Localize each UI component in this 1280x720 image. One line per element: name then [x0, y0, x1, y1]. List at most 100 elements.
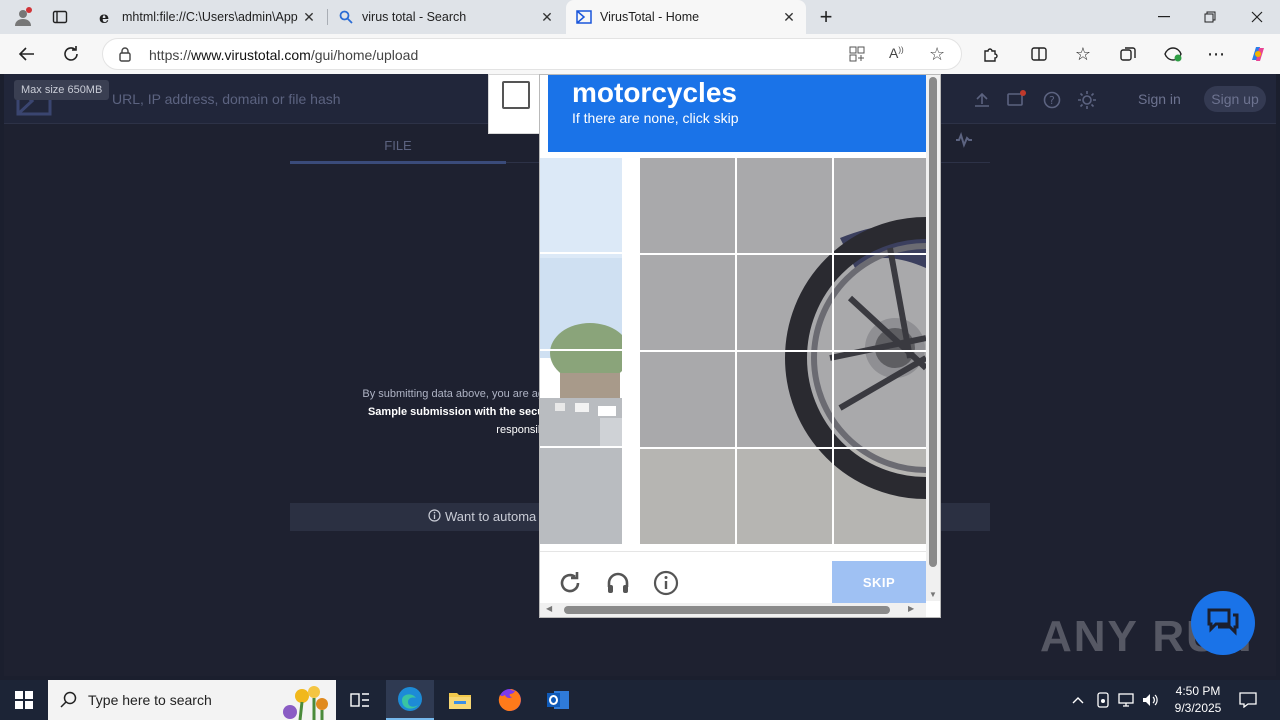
tile-r1c3[interactable] [834, 158, 929, 253]
captcha-prompt: motorcycles If there are none, click ski… [548, 75, 926, 152]
url-text: https://www.virustotal.com/gui/home/uplo… [149, 47, 419, 63]
copilot-icon[interactable] [1243, 39, 1273, 69]
split-screen-icon[interactable] [1024, 39, 1054, 69]
grid-line [640, 447, 926, 449]
device-icon[interactable] [1094, 680, 1112, 720]
tile-r2c1[interactable] [640, 255, 735, 350]
refresh-icon[interactable] [56, 39, 86, 69]
tile-r3c2[interactable] [737, 352, 832, 447]
network-icon[interactable] [1116, 680, 1136, 720]
file-explorer-icon[interactable] [436, 680, 484, 720]
tile-r2c2[interactable] [737, 255, 832, 350]
svg-text:?: ? [1049, 94, 1055, 107]
extensions-icon[interactable] [976, 39, 1006, 69]
sign-in-link[interactable]: Sign in [1138, 91, 1181, 107]
app-available-icon[interactable] [849, 46, 865, 67]
max-size-tooltip: Max size 650MB [14, 80, 110, 100]
tab-file[interactable]: FILE [290, 130, 506, 164]
skip-button[interactable]: SKIP [832, 561, 926, 603]
grid-line [640, 350, 926, 352]
close-window-icon[interactable] [1234, 0, 1280, 34]
captcha-side-image [540, 158, 622, 544]
tile-r1c1[interactable] [640, 158, 735, 253]
more-menu-icon[interactable]: ⋯ [1201, 39, 1231, 69]
browser-essentials-icon[interactable] [1158, 39, 1188, 69]
profile-icon[interactable] [8, 2, 38, 32]
tab-strip: e mhtml:file://C:\Users\admin\AppD ✕ vir… [0, 0, 1280, 34]
captcha-instruction: If there are none, click skip [572, 110, 739, 126]
tab-mhtml[interactable]: e mhtml:file://C:\Users\admin\AppD ✕ [88, 0, 326, 34]
firefox-icon[interactable] [486, 680, 534, 720]
theme-toggle-icon[interactable] [1077, 90, 1097, 110]
info-icon [428, 509, 441, 525]
audio-challenge-icon[interactable] [603, 568, 633, 598]
start-button[interactable] [0, 680, 48, 720]
tile-r1c2[interactable] [737, 158, 832, 253]
help-icon[interactable]: ? [1042, 90, 1062, 110]
show-hidden-icons[interactable] [1068, 680, 1088, 720]
captcha-target: motorcycles [572, 77, 737, 108]
taskbar-search[interactable]: Type here to search [48, 680, 336, 720]
restore-icon[interactable] [1187, 0, 1233, 34]
disclaimer-line-1: By submitting data above, you are ag [362, 388, 544, 400]
info-icon[interactable] [651, 568, 681, 598]
captcha-horizontal-scrollbar[interactable]: ◀ ▶ [540, 603, 926, 617]
taskbar: Type here to search 4:50 PM 9/3/2025 [0, 680, 1280, 720]
taskbar-search-placeholder: Type here to search [88, 692, 212, 708]
edge-taskbar-icon[interactable] [386, 680, 434, 720]
tile-r4c3[interactable] [834, 449, 929, 544]
read-aloud-icon[interactable]: A)) [889, 45, 904, 61]
collections-icon[interactable] [1113, 39, 1143, 69]
scroll-right-icon[interactable]: ▶ [908, 604, 914, 613]
chat-button[interactable] [1191, 591, 1255, 655]
tile-r2c3[interactable] [834, 255, 929, 350]
close-icon[interactable]: ✕ [536, 6, 558, 28]
notifications-icon[interactable] [1236, 680, 1260, 720]
captcha-grid [640, 158, 926, 544]
favorites-icon[interactable]: ☆ [1068, 39, 1098, 69]
tab-search[interactable]: virus total - Search ✕ [328, 0, 564, 34]
grid-line [640, 253, 926, 255]
captcha-checkbox[interactable] [502, 81, 530, 109]
close-icon[interactable]: ✕ [778, 6, 800, 28]
tile-r4c1[interactable] [640, 449, 735, 544]
vt-search-input[interactable]: URL, IP address, domain or file hash [112, 91, 341, 107]
favorite-star-icon[interactable]: ☆ [929, 44, 945, 65]
scroll-left-icon[interactable]: ◀ [546, 604, 552, 613]
close-icon[interactable]: ✕ [298, 6, 320, 28]
disclaimer-line-3: responsib [496, 424, 544, 436]
scroll-thumb[interactable] [564, 606, 890, 614]
new-tab-icon[interactable]: + [811, 2, 841, 32]
outlook-icon[interactable] [534, 680, 582, 720]
tile-r3c3[interactable] [834, 352, 929, 447]
notifications-icon[interactable] [1006, 90, 1026, 110]
tile-r4c2[interactable] [737, 449, 832, 544]
disclaimer-line-2: Sample submission with the secu [367, 406, 544, 418]
tab-virustotal[interactable]: VirusTotal - Home ✕ [566, 0, 806, 34]
minimize-icon[interactable] [1141, 0, 1187, 34]
reload-icon[interactable] [555, 568, 585, 598]
captcha-vertical-scrollbar[interactable]: ▼ [926, 75, 940, 601]
clock-date: 9/3/2025 [1174, 701, 1222, 715]
flowers-decoration-icon [270, 682, 334, 720]
scroll-thumb[interactable] [929, 77, 937, 567]
sign-up-button[interactable]: Sign up [1204, 86, 1266, 112]
tab-title: mhtml:file://C:\Users\admin\AppD [122, 10, 298, 24]
tab-actions-icon[interactable] [45, 2, 75, 32]
address-bar[interactable]: https://www.virustotal.com/gui/home/uplo… [102, 38, 962, 70]
task-view-icon[interactable] [336, 680, 384, 720]
chat-icon [1207, 608, 1239, 636]
upload-icon[interactable] [972, 90, 992, 110]
system-clock[interactable]: 4:50 PM 9/3/2025 [1160, 683, 1236, 717]
svg-text:e: e [99, 9, 109, 25]
volume-icon[interactable] [1140, 680, 1160, 720]
automate-text: Want to automa [445, 509, 537, 524]
virustotal-icon [576, 9, 592, 25]
search-icon [60, 691, 78, 714]
lock-icon[interactable] [117, 46, 133, 67]
scroll-down-icon[interactable]: ▼ [929, 590, 937, 599]
back-icon[interactable] [12, 39, 42, 69]
tile-r3c1[interactable] [640, 352, 735, 447]
search-tab-icon[interactable] [954, 130, 974, 155]
clock-time: 4:50 PM [1175, 684, 1221, 698]
